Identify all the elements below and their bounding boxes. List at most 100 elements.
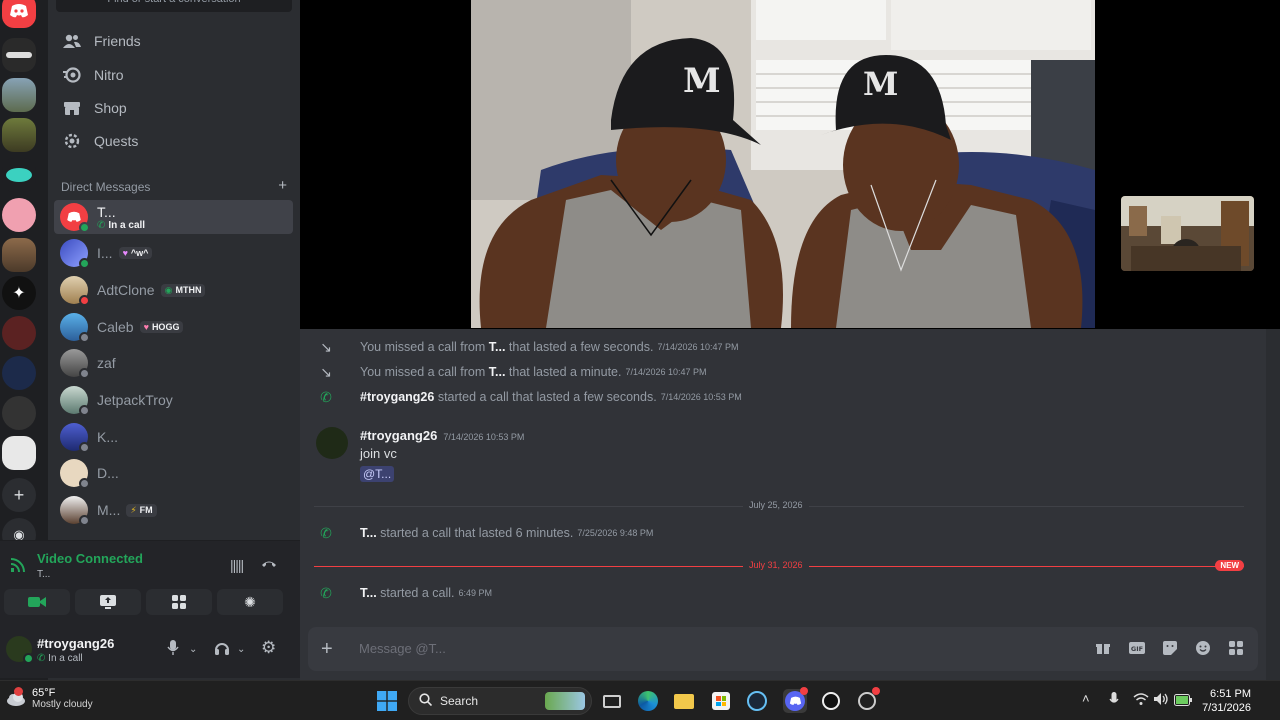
dm-item[interactable]: zaf (54, 346, 293, 380)
gift-icon[interactable] (1096, 641, 1110, 658)
file-explorer-icon[interactable] (672, 689, 696, 713)
edge-browser-icon[interactable] (636, 689, 660, 713)
dm-item[interactable]: K... (54, 420, 293, 454)
nav-shop[interactable]: Shop (56, 93, 292, 123)
caller-name[interactable]: T... (360, 586, 377, 600)
caller-name[interactable]: T... (489, 365, 506, 379)
nav-label: Friends (94, 33, 141, 49)
taskbar-search[interactable]: Search (408, 687, 592, 715)
self-video-preview[interactable] (1121, 196, 1254, 271)
mic-icon[interactable] (167, 640, 179, 660)
camera-button[interactable] (4, 589, 70, 615)
microsoft-store-icon[interactable] (709, 689, 733, 713)
settings-gear-icon[interactable]: ⚙ (261, 638, 276, 658)
call-icon: ✆ (320, 524, 332, 541)
volume-icon[interactable] (1153, 692, 1169, 711)
system-message: ✆ T... started a call. 6:49 PM (314, 583, 492, 603)
windows-start-icon[interactable] (375, 689, 399, 713)
server-icon[interactable] (2, 316, 36, 350)
dm-item[interactable]: AdtClone ◉ MTHN (54, 273, 293, 307)
nav-friends[interactable]: Friends (56, 26, 292, 56)
nav-nitro[interactable]: Nitro (56, 60, 292, 90)
caller-name[interactable]: #troygang26 (360, 390, 434, 404)
chevron-down-icon[interactable]: ⌄ (237, 644, 245, 655)
heart-icon: ♥ (143, 322, 149, 332)
call-area: M M ↘ You missed a call from T... that l… (300, 0, 1280, 680)
dm-item[interactable]: I... ♥ ^w^ (54, 236, 293, 270)
server-icon[interactable] (2, 198, 36, 232)
nav-quests[interactable]: Quests (56, 126, 292, 156)
dm-item[interactable]: JetpackTroy (54, 383, 293, 417)
apps-icon[interactable] (1229, 641, 1243, 658)
find-conversation-input[interactable]: Find or start a conversation (56, 0, 292, 12)
status-dot (79, 515, 90, 526)
disconnect-icon[interactable] (261, 557, 277, 574)
notification-badge (872, 687, 880, 695)
server-icon[interactable]: ✦ (2, 276, 36, 310)
microphone-tray-icon[interactable] (1109, 692, 1119, 713)
create-dm-icon[interactable]: + (278, 178, 287, 194)
steam-icon[interactable] (745, 689, 769, 713)
author-name[interactable]: #troygang26 (360, 428, 437, 443)
chat-scrollbar[interactable] (1266, 329, 1280, 680)
text-post: that lasted a few seconds. (505, 340, 654, 354)
home-discord-icon[interactable] (2, 0, 36, 28)
avatar (60, 423, 90, 453)
server-icon[interactable] (2, 118, 36, 152)
server-icon[interactable] (2, 356, 36, 390)
headphones-icon[interactable] (214, 640, 230, 660)
status-dot (23, 653, 34, 664)
task-view-icon[interactable] (600, 689, 624, 713)
emoji-icon[interactable] (1196, 641, 1210, 658)
screenshare-button[interactable] (75, 589, 141, 615)
user-mention[interactable]: @T... (360, 466, 395, 482)
soundboard-button[interactable]: ✺ (217, 589, 283, 615)
voice-status-title[interactable]: Video Connected (37, 551, 143, 566)
user-name[interactable]: #troygang26 (37, 636, 114, 651)
dm-item[interactable]: Caleb ♥ HOGG (54, 310, 293, 344)
server-icon[interactable] (2, 158, 36, 192)
sticker-icon[interactable] (1163, 641, 1177, 658)
logitech-g-hub-icon[interactable] (819, 689, 843, 713)
server-icon[interactable] (2, 78, 36, 112)
dm-item[interactable]: T... ✆ In a call (54, 200, 293, 234)
noise-suppression-icon[interactable]: ||||| (230, 557, 244, 573)
author-avatar[interactable] (316, 427, 348, 459)
gif-icon[interactable]: GIF (1129, 641, 1145, 658)
chevron-down-icon[interactable]: ⌄ (189, 644, 197, 655)
attach-plus-icon[interactable]: + (321, 638, 333, 661)
server-icon[interactable] (2, 38, 36, 72)
caller-name[interactable]: T... (360, 526, 377, 540)
self-video-image (1121, 196, 1254, 271)
user-avatar[interactable] (6, 636, 34, 664)
nav-label: Quests (94, 133, 139, 149)
voice-channel-name[interactable]: T... (37, 569, 50, 580)
server-icon[interactable] (2, 238, 36, 272)
status-dot (79, 405, 90, 416)
status-dot (79, 332, 90, 343)
server-icon[interactable] (2, 396, 36, 430)
weather-desc: Mostly cloudy (32, 699, 93, 710)
avatar (60, 239, 90, 269)
message-input[interactable]: Message @T... (359, 641, 446, 656)
weather-widget[interactable]: 65°F Mostly cloudy (6, 686, 93, 710)
call-icon: ✆ (320, 584, 332, 601)
dm-name: M... (97, 502, 121, 518)
clan-tag: ⚡ FM (126, 503, 157, 517)
missed-call-icon: ↘ (320, 363, 332, 380)
clan-tag-label: MTHN (175, 285, 202, 295)
main-video-stream[interactable]: M M (471, 0, 1095, 328)
activities-button[interactable] (146, 589, 212, 615)
app-icon[interactable] (855, 687, 880, 713)
caller-name[interactable]: T... (489, 340, 506, 354)
wifi-icon[interactable] (1133, 692, 1149, 711)
battery-icon[interactable] (1174, 693, 1192, 711)
show-hidden-icons-chevron[interactable]: ˄ (1082, 691, 1090, 706)
server-icon[interactable] (2, 436, 36, 470)
dm-item[interactable]: D... (54, 456, 293, 490)
dm-item[interactable]: M... ⚡ FM (54, 493, 293, 527)
system-clock[interactable]: 6:51 PM 7/31/2026 (1202, 687, 1251, 715)
avatar (60, 459, 90, 489)
discord-taskbar-icon[interactable] (783, 687, 808, 713)
add-server-icon[interactable]: + (2, 478, 36, 512)
